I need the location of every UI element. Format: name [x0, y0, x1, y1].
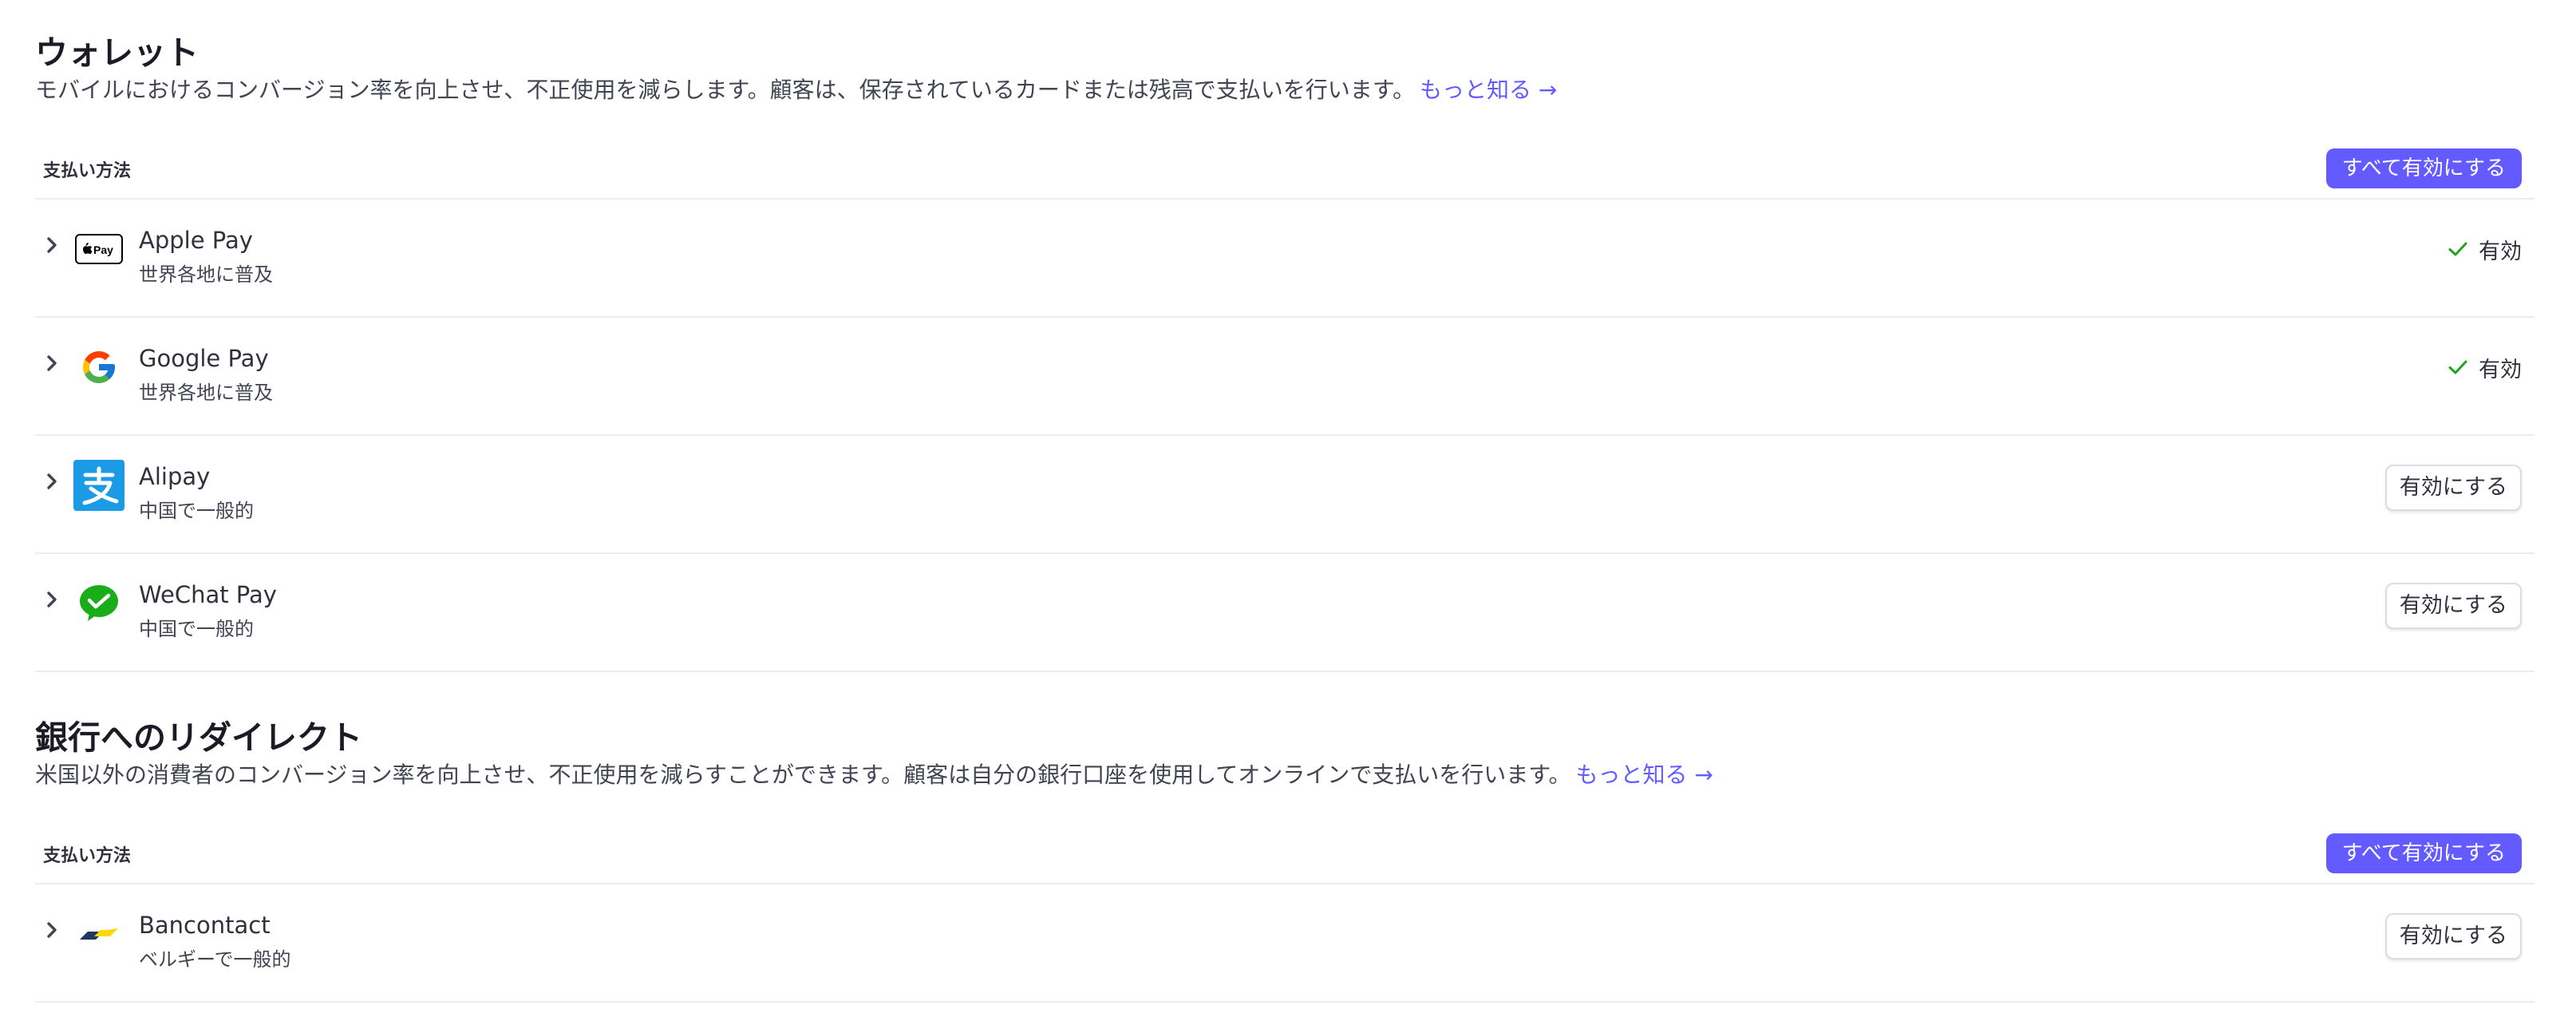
payment-method-row-alipay[interactable]: Alipay 中国で一般的 有効にする: [35, 436, 2535, 554]
bank-redirects-enable-all-button[interactable]: すべて有効にする: [2325, 833, 2522, 873]
enabled-status-label: 有効: [2479, 239, 2522, 264]
payment-method-subtitle: 中国で一般的: [139, 618, 254, 640]
checkmark-icon: [2447, 355, 2471, 379]
checkmark-icon: [2447, 237, 2471, 261]
payment-methods-page: ウォレット モバイルにおけるコンバージョン率を向上させ、不正使用を減らします。顧…: [0, 0, 2576, 1017]
payment-method-row-bancontact[interactable]: Bancontact ベルギーで一般的 有効にする: [35, 884, 2535, 1003]
payment-method-name: Apple Pay: [139, 227, 253, 254]
wallets-description: モバイルにおけるコンバージョン率を向上させ、不正使用を減らします。顧客は、保存さ…: [35, 72, 1557, 109]
enabled-status-label: 有効: [2479, 357, 2522, 382]
payment-method-row-wechat-pay[interactable]: WeChat Pay 中国で一般的 有効にする: [35, 554, 2535, 672]
wallets-table-header: 支払い方法 すべて有効にする: [35, 145, 2535, 200]
alipay-icon: [73, 460, 124, 511]
chevron-right-icon[interactable]: [40, 918, 64, 942]
google-icon: [73, 342, 124, 393]
wallets-learn-more-link[interactable]: もっと知る →: [1420, 77, 1557, 103]
chevron-right-icon[interactable]: [40, 469, 64, 493]
payment-method-subtitle: 中国で一般的: [139, 500, 254, 522]
wallets-title: ウォレット: [35, 34, 199, 72]
payment-method-subtitle: 世界各地に普及: [139, 382, 273, 404]
payment-method-name: Google Pay: [139, 345, 269, 372]
chevron-right-icon[interactable]: [40, 233, 64, 257]
apple-pay-icon: Pay: [73, 224, 124, 275]
payment-method-row-apple-pay[interactable]: Pay Apple Pay 世界各地に普及 有効: [35, 200, 2535, 318]
bank-redirects-description: 米国以外の消費者のコンバージョン率を向上させ、不正使用を減らすことができます。顧…: [35, 757, 1713, 793]
enable-button[interactable]: 有効にする: [2384, 465, 2522, 511]
payment-method-name: WeChat Pay: [139, 581, 277, 608]
bank-redirects-section: 銀行へのリダイレクト 米国以外の消費者のコンバージョン率を向上させ、不正使用を減…: [35, 714, 2535, 1017]
chevron-right-icon[interactable]: [40, 351, 64, 375]
bank-redirects-learn-more-link[interactable]: もっと知る →: [1575, 762, 1713, 788]
wallets-payment-method-header: 支払い方法: [43, 161, 132, 181]
payment-method-row-google-pay[interactable]: Google Pay 世界各地に普及 有効: [35, 318, 2535, 436]
payment-method-name: Alipay: [139, 463, 211, 490]
payment-method-subtitle: 世界各地に普及: [139, 263, 273, 286]
bancontact-icon: [73, 908, 124, 960]
wallets-section: ウォレット モバイルにおけるコンバージョン率を向上させ、不正使用を減らします。顧…: [35, 29, 2535, 672]
payment-method-subtitle: ベルギーで一般的: [139, 948, 291, 971]
enabled-status: 有効: [2447, 350, 2522, 385]
bank-redirects-description-text: 米国以外の消費者のコンバージョン率を向上させ、不正使用を減らすことができます。顧…: [35, 762, 1571, 788]
svg-text:Pay: Pay: [93, 243, 113, 256]
wallets-enable-all-button[interactable]: すべて有効にする: [2325, 148, 2522, 188]
wallets-description-text: モバイルにおけるコンバージョン率を向上させ、不正使用を減らします。顧客は、保存さ…: [35, 77, 1416, 103]
wechat-pay-icon: [73, 578, 124, 629]
enable-button[interactable]: 有効にする: [2384, 583, 2522, 629]
chevron-right-icon[interactable]: [40, 588, 64, 611]
bank-redirects-title: 銀行へのリダイレクト: [35, 718, 362, 757]
payment-method-name: Bancontact: [139, 912, 271, 939]
enabled-status: 有効: [2447, 231, 2522, 267]
bank-redirects-table-header: 支払い方法 すべて有効にする: [35, 830, 2535, 884]
bank-redirects-payment-method-header: 支払い方法: [43, 846, 132, 866]
enable-button[interactable]: 有効にする: [2384, 913, 2522, 960]
